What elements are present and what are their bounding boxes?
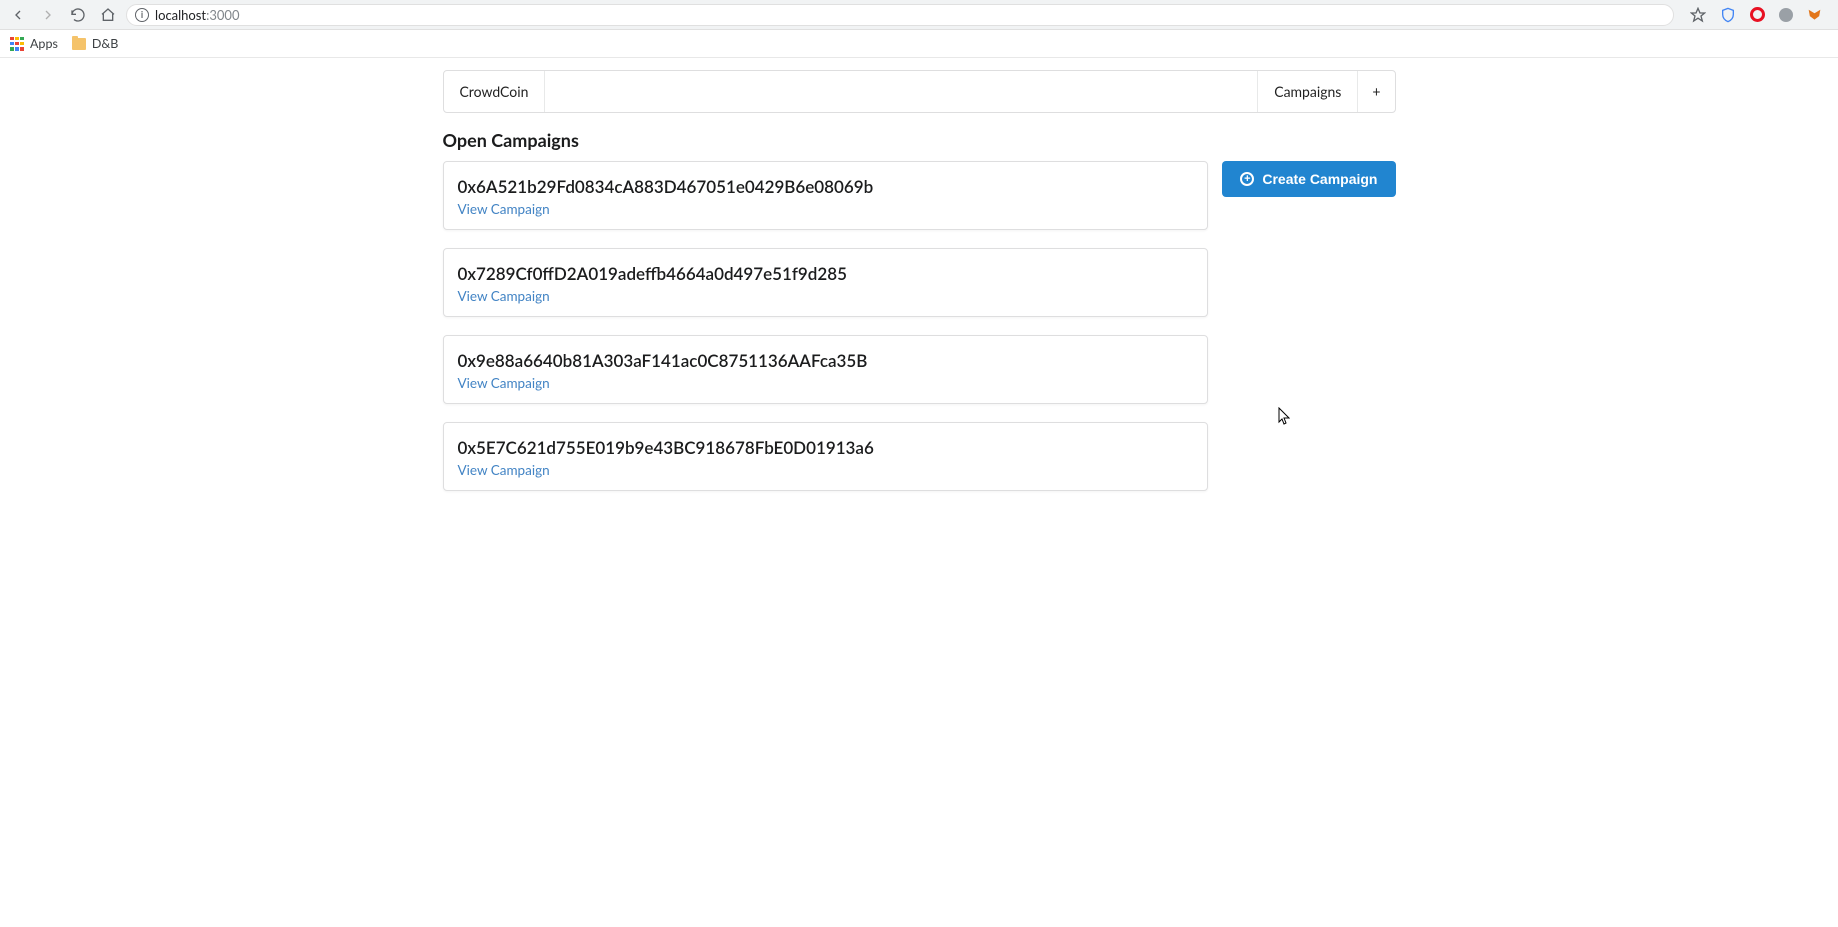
shield-extension-icon[interactable] (1720, 7, 1736, 23)
apps-shortcut[interactable]: Apps (10, 36, 58, 51)
bookmarks-bar: Apps D&B (0, 30, 1838, 58)
menu-spacer (545, 71, 1258, 112)
main-layout: 0x6A521b29Fd0834cA883D467051e0429B6e0806… (443, 161, 1396, 509)
campaign-address: 0x9e88a6640b81A303aF141ac0C8751136AAFca3… (458, 350, 1194, 371)
bookmark-folder-dnb[interactable]: D&B (72, 36, 119, 51)
plus-circle-icon: + (1240, 172, 1254, 186)
apps-grid-icon (10, 37, 24, 51)
campaign-address: 0x5E7C621d755E019b9e43BC918678FbE0D01913… (458, 437, 1194, 458)
new-campaign-plus[interactable]: + (1358, 71, 1394, 112)
campaigns-link[interactable]: Campaigns (1258, 71, 1358, 112)
page-container: CrowdCoin Campaigns + Open Campaigns 0x6… (443, 70, 1396, 549)
view-campaign-link[interactable]: View Campaign (458, 462, 550, 478)
bookmark-star-icon[interactable] (1690, 7, 1706, 23)
browser-right-icons (1690, 7, 1832, 23)
browser-nav-group (6, 7, 116, 23)
metamask-extension-icon[interactable] (1807, 8, 1822, 22)
view-campaign-link[interactable]: View Campaign (458, 201, 550, 217)
side-actions: + Create Campaign (1222, 161, 1395, 197)
create-campaign-label: Create Campaign (1262, 171, 1377, 187)
create-campaign-button[interactable]: + Create Campaign (1222, 161, 1395, 197)
campaign-list: 0x6A521b29Fd0834cA883D467051e0429B6e0806… (443, 161, 1209, 509)
url-port: :3000 (206, 7, 239, 23)
apps-label: Apps (30, 36, 58, 51)
browser-toolbar: i localhost:3000 (0, 0, 1838, 30)
site-info-icon[interactable]: i (135, 8, 149, 22)
campaign-address: 0x6A521b29Fd0834cA883D467051e0429B6e0806… (458, 176, 1194, 197)
url-text: localhost:3000 (155, 7, 240, 23)
campaign-card: 0x5E7C621d755E019b9e43BC918678FbE0D01913… (443, 422, 1209, 491)
url-host: localhost (155, 7, 206, 23)
folder-icon (72, 38, 86, 50)
home-icon[interactable] (100, 7, 116, 23)
back-icon[interactable] (10, 7, 26, 23)
campaign-card: 0x7289Cf0ffD2A019adeffb4664a0d497e51f9d2… (443, 248, 1209, 317)
campaign-card: 0x9e88a6640b81A303aF141ac0C8751136AAFca3… (443, 335, 1209, 404)
brand-link[interactable]: CrowdCoin (444, 71, 546, 112)
top-menu: CrowdCoin Campaigns + (443, 70, 1396, 113)
reload-icon[interactable] (70, 7, 86, 23)
address-bar[interactable]: i localhost:3000 (126, 4, 1674, 26)
page-title: Open Campaigns (443, 129, 1396, 151)
bookmark-folder-label: D&B (92, 36, 119, 51)
grey-extension-icon[interactable] (1779, 8, 1793, 22)
forward-icon[interactable] (40, 7, 56, 23)
opera-extension-icon[interactable] (1750, 7, 1765, 22)
view-campaign-link[interactable]: View Campaign (458, 375, 550, 391)
view-campaign-link[interactable]: View Campaign (458, 288, 550, 304)
campaign-address: 0x7289Cf0ffD2A019adeffb4664a0d497e51f9d2… (458, 263, 1194, 284)
campaign-card: 0x6A521b29Fd0834cA883D467051e0429B6e0806… (443, 161, 1209, 230)
